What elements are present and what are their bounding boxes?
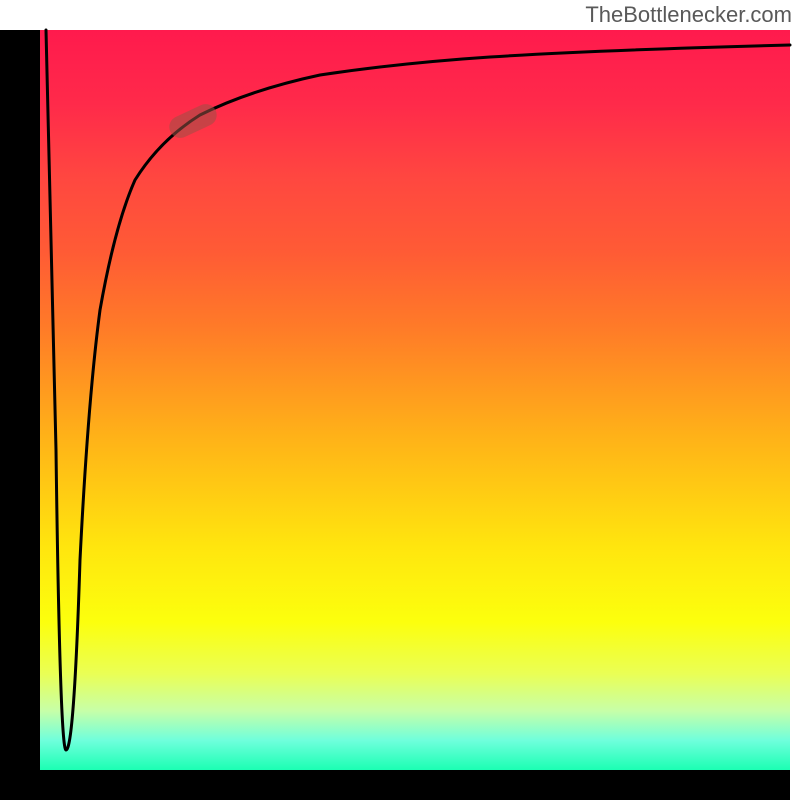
selected-point-marker — [166, 100, 221, 141]
bottleneck-curve — [46, 30, 790, 750]
axis-origin-corner — [0, 770, 40, 800]
x-axis — [0, 770, 790, 800]
chart-frame — [0, 0, 800, 800]
y-axis — [0, 30, 40, 770]
watermark-text: TheBottlenecker.com — [585, 2, 792, 28]
curve-layer — [40, 30, 790, 770]
